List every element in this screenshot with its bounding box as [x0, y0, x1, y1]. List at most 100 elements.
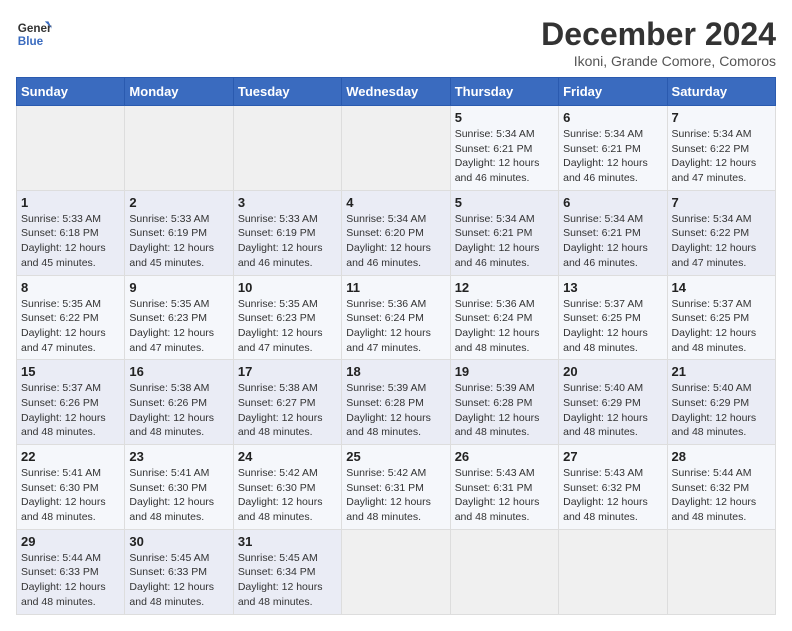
- day-cell: 3 Sunrise: 5:33 AMSunset: 6:19 PMDaylight…: [233, 190, 341, 275]
- day-cell: [559, 529, 667, 614]
- day-number: 11: [346, 280, 445, 295]
- day-info: Sunrise: 5:34 AMSunset: 6:22 PMDaylight:…: [672, 128, 757, 184]
- day-cell: 2Sunrise: 5:33 AMSunset: 6:19 PMDaylight…: [125, 190, 233, 275]
- day-number: 18: [346, 364, 445, 379]
- day-info: Sunrise: 5:34 AMSunset: 6:21 PMDaylight:…: [563, 128, 648, 184]
- header-day-wednesday: Wednesday: [342, 78, 450, 106]
- day-cell: 10Sunrise: 5:35 AMSunset: 6:23 PMDayligh…: [233, 275, 341, 360]
- day-info: Sunrise: 5:43 AMSunset: 6:32 PMDaylight:…: [563, 467, 648, 523]
- day-info: Sunrise: 5:37 AMSunset: 6:25 PMDaylight:…: [672, 298, 757, 354]
- day-cell: 9 Sunrise: 5:35 AMSunset: 6:23 PMDaylight…: [125, 275, 233, 360]
- day-number: 7: [672, 110, 771, 125]
- day-number: 15: [21, 364, 120, 379]
- day-number: 8: [21, 280, 120, 295]
- week-row-3: 15 Sunrise: 5:37 AMSunset: 6:26 PMDayligh…: [17, 360, 776, 445]
- day-number: 9: [129, 280, 228, 295]
- day-cell: 23Sunrise: 5:41 AMSunset: 6:30 PMDayligh…: [125, 445, 233, 530]
- week-row-5: 29 Sunrise: 5:44 AMSunset: 6:33 PMDayligh…: [17, 529, 776, 614]
- logo-icon: General Blue: [16, 16, 52, 52]
- day-info: Sunrise: 5:34 AMSunset: 6:20 PMDaylight:…: [346, 213, 431, 269]
- day-number: 5: [455, 110, 554, 125]
- day-info: Sunrise: 5:34 AMSunset: 6:21 PMDaylight:…: [455, 128, 540, 184]
- day-info: Sunrise: 5:33 AMSunset: 6:19 PMDaylight:…: [129, 213, 214, 269]
- week-row-4: 22 Sunrise: 5:41 AMSunset: 6:30 PMDayligh…: [17, 445, 776, 530]
- day-cell: [342, 106, 450, 191]
- day-info: Sunrise: 5:44 AMSunset: 6:33 PMDaylight:…: [21, 552, 106, 608]
- day-number: 5: [455, 195, 554, 210]
- day-cell: 28Sunrise: 5:44 AMSunset: 6:32 PMDayligh…: [667, 445, 775, 530]
- day-cell: [450, 529, 558, 614]
- logo: General Blue: [16, 16, 52, 52]
- header-day-thursday: Thursday: [450, 78, 558, 106]
- day-cell: 6Sunrise: 5:34 AMSunset: 6:21 PMDaylight…: [559, 106, 667, 191]
- day-cell: 31 Sunrise: 5:45 AMSunset: 6:34 PMDayligh…: [233, 529, 341, 614]
- day-info: Sunrise: 5:42 AMSunset: 6:30 PMDaylight:…: [238, 467, 323, 523]
- week-row-2: 8 Sunrise: 5:35 AMSunset: 6:22 PMDaylight…: [17, 275, 776, 360]
- day-info: Sunrise: 5:38 AMSunset: 6:26 PMDaylight:…: [129, 382, 214, 438]
- day-info: Sunrise: 5:37 AMSunset: 6:25 PMDaylight:…: [563, 298, 648, 354]
- day-cell: [125, 106, 233, 191]
- day-number: 25: [346, 449, 445, 464]
- day-info: Sunrise: 5:33 AMSunset: 6:18 PMDaylight:…: [21, 213, 106, 269]
- day-cell: [342, 529, 450, 614]
- day-cell: 19 Sunrise: 5:39 AMSunset: 6:28 PMDayligh…: [450, 360, 558, 445]
- day-number: 27: [563, 449, 662, 464]
- day-cell: [17, 106, 125, 191]
- calendar-table: SundayMondayTuesdayWednesdayThursdayFrid…: [16, 77, 776, 615]
- svg-text:Blue: Blue: [18, 35, 44, 48]
- day-info: Sunrise: 5:38 AMSunset: 6:27 PMDaylight:…: [238, 382, 323, 438]
- day-number: 3: [238, 195, 337, 210]
- svg-text:General: General: [18, 22, 52, 35]
- header-day-saturday: Saturday: [667, 78, 775, 106]
- day-info: Sunrise: 5:35 AMSunset: 6:23 PMDaylight:…: [129, 298, 214, 354]
- header-day-sunday: Sunday: [17, 78, 125, 106]
- day-number: 14: [672, 280, 771, 295]
- day-info: Sunrise: 5:33 AMSunset: 6:19 PMDaylight:…: [238, 213, 323, 269]
- location-subtitle: Ikoni, Grande Comore, Comoros: [541, 53, 776, 69]
- day-info: Sunrise: 5:35 AMSunset: 6:22 PMDaylight:…: [21, 298, 106, 354]
- day-number: 4: [346, 195, 445, 210]
- day-cell: 29 Sunrise: 5:44 AMSunset: 6:33 PMDayligh…: [17, 529, 125, 614]
- day-cell: 15 Sunrise: 5:37 AMSunset: 6:26 PMDayligh…: [17, 360, 125, 445]
- day-cell: 5Sunrise: 5:34 AMSunset: 6:21 PMDaylight…: [450, 190, 558, 275]
- day-cell: 22 Sunrise: 5:41 AMSunset: 6:30 PMDayligh…: [17, 445, 125, 530]
- day-info: Sunrise: 5:39 AMSunset: 6:28 PMDaylight:…: [455, 382, 540, 438]
- day-number: 28: [672, 449, 771, 464]
- day-cell: 21Sunrise: 5:40 AMSunset: 6:29 PMDayligh…: [667, 360, 775, 445]
- day-info: Sunrise: 5:43 AMSunset: 6:31 PMDaylight:…: [455, 467, 540, 523]
- day-cell: 6Sunrise: 5:34 AMSunset: 6:21 PMDaylight…: [559, 190, 667, 275]
- day-cell: 4 Sunrise: 5:34 AMSunset: 6:20 PMDaylight…: [342, 190, 450, 275]
- day-number: 19: [455, 364, 554, 379]
- day-info: Sunrise: 5:45 AMSunset: 6:34 PMDaylight:…: [238, 552, 323, 608]
- day-cell: 18Sunrise: 5:39 AMSunset: 6:28 PMDayligh…: [342, 360, 450, 445]
- day-number: 16: [129, 364, 228, 379]
- day-number: 12: [455, 280, 554, 295]
- day-cell: 7Sunrise: 5:34 AMSunset: 6:22 PMDaylight…: [667, 190, 775, 275]
- day-number: 24: [238, 449, 337, 464]
- day-number: 21: [672, 364, 771, 379]
- day-number: 29: [21, 534, 120, 549]
- day-info: Sunrise: 5:35 AMSunset: 6:23 PMDaylight:…: [238, 298, 323, 354]
- day-info: Sunrise: 5:45 AMSunset: 6:33 PMDaylight:…: [129, 552, 214, 608]
- day-number: 26: [455, 449, 554, 464]
- month-title: December 2024: [541, 16, 776, 53]
- day-info: Sunrise: 5:41 AMSunset: 6:30 PMDaylight:…: [21, 467, 106, 523]
- day-number: 22: [21, 449, 120, 464]
- day-info: Sunrise: 5:42 AMSunset: 6:31 PMDaylight:…: [346, 467, 431, 523]
- day-cell: 12 Sunrise: 5:36 AMSunset: 6:24 PMDayligh…: [450, 275, 558, 360]
- title-block: December 2024 Ikoni, Grande Comore, Como…: [541, 16, 776, 69]
- day-info: Sunrise: 5:37 AMSunset: 6:26 PMDaylight:…: [21, 382, 106, 438]
- day-cell: 25 Sunrise: 5:42 AMSunset: 6:31 PMDayligh…: [342, 445, 450, 530]
- day-number: 20: [563, 364, 662, 379]
- day-cell: 7 Sunrise: 5:34 AMSunset: 6:22 PMDaylight…: [667, 106, 775, 191]
- day-number: 23: [129, 449, 228, 464]
- day-cell: 26 Sunrise: 5:43 AMSunset: 6:31 PMDayligh…: [450, 445, 558, 530]
- week-row-1: 1Sunrise: 5:33 AMSunset: 6:18 PMDaylight…: [17, 190, 776, 275]
- day-cell: 16 Sunrise: 5:38 AMSunset: 6:26 PMDayligh…: [125, 360, 233, 445]
- day-cell: 5 Sunrise: 5:34 AMSunset: 6:21 PMDaylight…: [450, 106, 558, 191]
- day-number: 31: [238, 534, 337, 549]
- day-info: Sunrise: 5:36 AMSunset: 6:24 PMDaylight:…: [455, 298, 540, 354]
- day-number: 6: [563, 195, 662, 210]
- header-row: SundayMondayTuesdayWednesdayThursdayFrid…: [17, 78, 776, 106]
- day-cell: 1Sunrise: 5:33 AMSunset: 6:18 PMDaylight…: [17, 190, 125, 275]
